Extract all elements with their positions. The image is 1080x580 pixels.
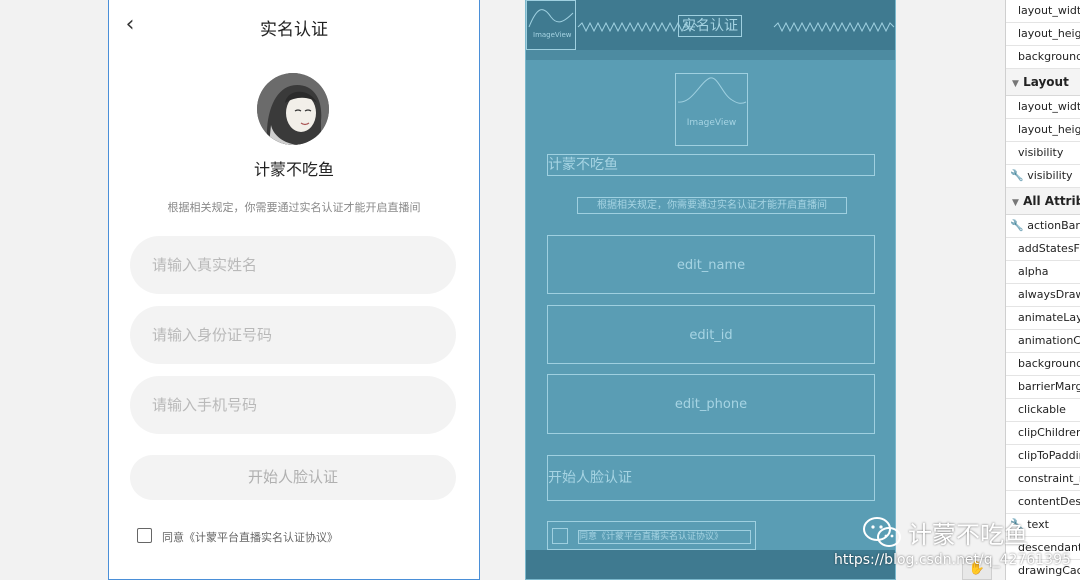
attr-row[interactable]: constraint_referenced_ids: [1006, 468, 1080, 491]
page-title: 实名认证: [260, 20, 328, 40]
nickname-label: 计蒙不吃鱼: [253, 160, 334, 179]
attr-row[interactable]: addStatesFromChildren: [1006, 238, 1080, 261]
start-face-verification-button[interactable]: 开始人脸认证: [130, 455, 456, 500]
attr-row[interactable]: contentDescription: [1006, 491, 1080, 514]
attr-label: actionBarNavMode: [1027, 219, 1080, 232]
blueprint-hint[interactable]: 根据相关规定，你需要通过实名认证才能开启直播间: [577, 197, 847, 214]
attr-row[interactable]: 🔧 actionBarNavMode: [1006, 215, 1080, 238]
blueprint-edit-name[interactable]: edit_name: [547, 235, 875, 294]
collapse-triangle-icon: ▼: [1012, 79, 1019, 89]
attributes-panel: layout_width layout_height background ▼ …: [1005, 0, 1080, 580]
blueprint-edit-phone[interactable]: edit_phone: [547, 374, 875, 434]
blueprint-checkbox[interactable]: [552, 528, 568, 544]
watermark: 计蒙不吃鱼: [862, 512, 1028, 552]
design-preview: ‹ 实名认证 计蒙不吃鱼 根据相关规定，你需要通过实名认证才能开启直播间 开始人…: [108, 0, 480, 580]
attr-label: visibility: [1027, 169, 1073, 182]
id-number-input[interactable]: [130, 306, 456, 364]
attr-row[interactable]: alpha: [1006, 261, 1080, 284]
attr-row[interactable]: alwaysDrawnWithCache: [1006, 284, 1080, 307]
blueprint-edit-id[interactable]: edit_id: [547, 305, 875, 364]
real-name-input[interactable]: [130, 236, 456, 294]
verification-hint: 根据相关规定，你需要通过实名认证才能开启直播间: [167, 201, 421, 214]
attr-row[interactable]: clickable: [1006, 399, 1080, 422]
attr-row[interactable]: 🔧 visibility: [1006, 165, 1080, 188]
avatar-illustration-icon: [257, 73, 329, 145]
avatar[interactable]: [257, 73, 329, 145]
attr-row[interactable]: background: [1006, 46, 1080, 69]
section-title: Layout: [1023, 75, 1069, 89]
attr-row[interactable]: layout_width: [1006, 96, 1080, 119]
collapse-triangle-icon: ▼: [1012, 198, 1019, 208]
watermark-url: https://blog.csdn.net/q_42761395: [834, 552, 1071, 568]
blueprint-toolbar: ImageView 实名认证: [526, 0, 895, 50]
blueprint-strip: [526, 50, 895, 60]
attr-label: text: [1027, 518, 1049, 531]
attr-row[interactable]: clipChildren: [1006, 422, 1080, 445]
blueprint-title[interactable]: 实名认证: [678, 15, 742, 37]
blueprint-view: ImageView 实名认证 ImageView 计蒙不吃鱼 根据相关规定，你需…: [525, 0, 896, 580]
attr-row[interactable]: animationCache: [1006, 330, 1080, 353]
agreement-label[interactable]: 同意《计蒙平台直播实名认证协议》: [162, 529, 338, 545]
wechat-icon: [863, 517, 901, 547]
blueprint-toolbar-image[interactable]: ImageView: [526, 0, 576, 50]
agreement-checkbox[interactable]: [137, 528, 152, 543]
image-placeholder-icon: [528, 9, 574, 28]
section-title: All Attributes: [1023, 194, 1080, 208]
blueprint-agreement-label: 同意《计蒙平台直播实名认证协议》: [578, 530, 751, 544]
watermark-brand: 计蒙不吃鱼: [908, 520, 1028, 549]
blueprint-nickname[interactable]: 计蒙不吃鱼: [547, 154, 875, 176]
attr-row[interactable]: barrierMargin: [1006, 376, 1080, 399]
attr-row[interactable]: layout_height: [1006, 119, 1080, 142]
all-attributes-section-header[interactable]: ▼ All Attributes: [1006, 188, 1080, 215]
attr-row[interactable]: layout_height: [1006, 23, 1080, 46]
attr-row[interactable]: layout_width: [1006, 0, 1080, 23]
attr-row[interactable]: animateLayoutChanges: [1006, 307, 1080, 330]
layout-section-header[interactable]: ▼ Layout: [1006, 69, 1080, 96]
wrench-icon: 🔧: [1010, 169, 1024, 182]
avatar-image-label: ImageView: [686, 118, 737, 128]
phone-number-input[interactable]: [130, 376, 456, 434]
blueprint-avatar[interactable]: ImageView: [675, 73, 748, 146]
attr-row[interactable]: background: [1006, 353, 1080, 376]
toolbar-image-label: ImageView: [533, 31, 572, 39]
blueprint-agreement[interactable]: 同意《计蒙平台直播实名认证协议》: [547, 521, 756, 550]
attr-row[interactable]: visibility: [1006, 142, 1080, 165]
blueprint-start-button[interactable]: 开始人脸认证: [547, 455, 875, 501]
image-placeholder-icon: [677, 77, 747, 104]
attr-row[interactable]: clipToPadding: [1006, 445, 1080, 468]
wrench-icon: 🔧: [1010, 219, 1024, 232]
